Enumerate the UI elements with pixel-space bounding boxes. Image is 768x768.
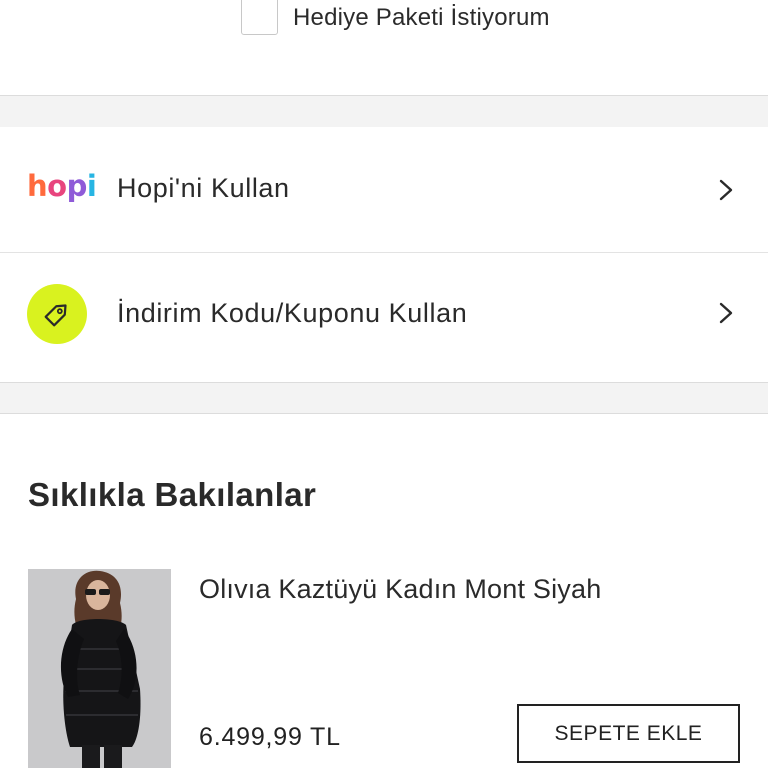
use-hopi-label: Hopi'ni Kullan: [117, 173, 290, 203]
gift-package-checkbox[interactable]: [241, 0, 278, 35]
section-divider: [0, 95, 768, 127]
add-to-cart-button[interactable]: SEPETE EKLE: [517, 704, 740, 763]
hopi-logo: hopi: [27, 169, 97, 203]
chevron-right-icon: [719, 179, 733, 201]
gift-package-label[interactable]: Hediye Paketi İstiyorum: [293, 4, 550, 32]
section-divider: [0, 382, 768, 414]
chevron-right-icon: [719, 302, 733, 324]
frequently-viewed-title: Sıklıkla Bakılanlar: [28, 476, 317, 513]
use-coupon-label: İndirim Kodu/Kuponu Kullan: [117, 298, 468, 328]
use-hopi-row[interactable]: hopi Hopi'ni Kullan: [0, 127, 768, 253]
use-coupon-row[interactable]: İndirim Kodu/Kuponu Kullan: [0, 253, 768, 382]
product-name[interactable]: Olıvıa Kaztüyü Kadın Mont Siyah: [199, 574, 601, 605]
product-image[interactable]: [28, 569, 171, 768]
tag-icon: [27, 284, 87, 344]
product-price: 6.499,99 TL: [199, 723, 341, 751]
gift-package-row: Hediye Paketi İstiyorum: [0, 0, 768, 96]
